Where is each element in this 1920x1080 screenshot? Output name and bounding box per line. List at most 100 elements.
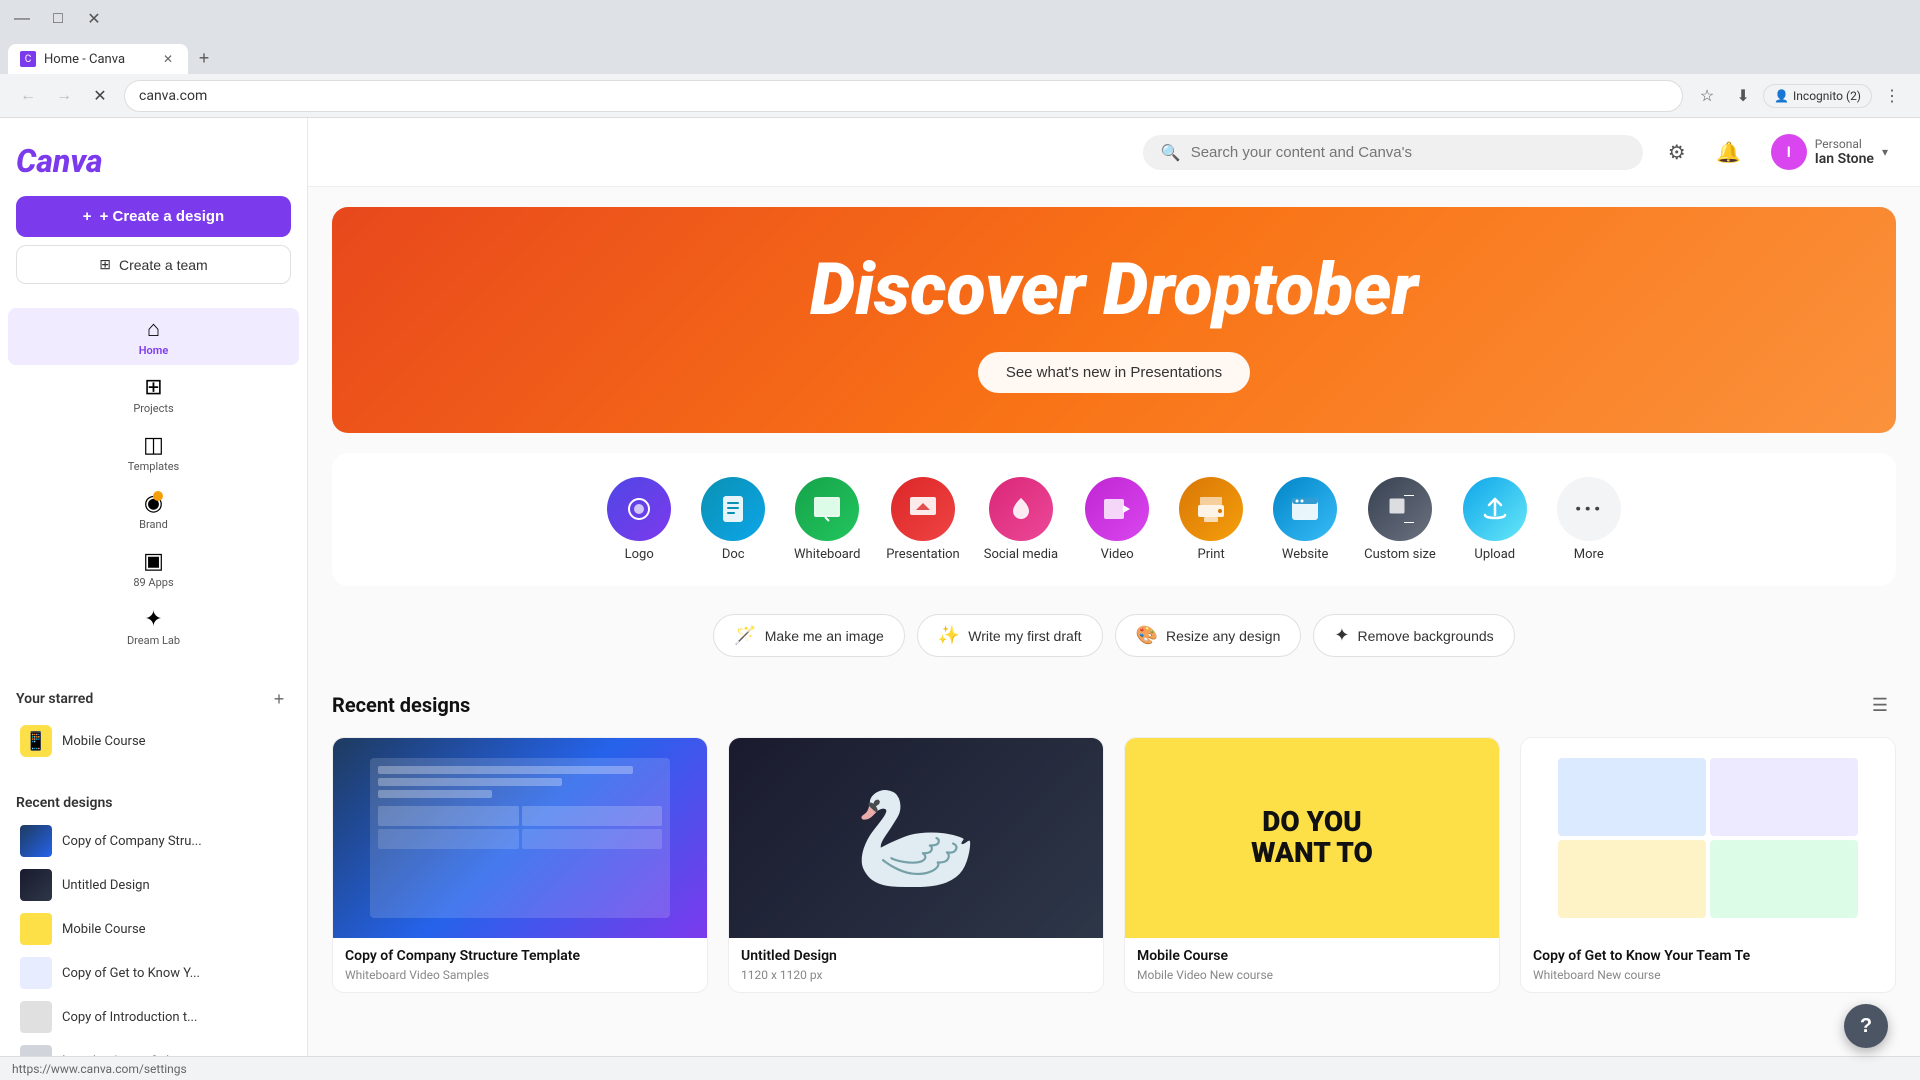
apps-icon: ▣	[143, 549, 164, 574]
design-thumb-2: 🦢	[729, 738, 1103, 938]
help-button[interactable]: ?	[1844, 1004, 1888, 1048]
recent-item-name-2: Untitled Design	[62, 878, 287, 893]
starred-title: Your starred	[16, 691, 93, 707]
remove-bg-label: Remove backgrounds	[1357, 628, 1493, 644]
reload-btn[interactable]: ✕	[84, 80, 116, 112]
design-type-more[interactable]: ··· More	[1554, 477, 1624, 562]
sidebar-item-home-label: Home	[139, 344, 169, 357]
remove-bg-btn[interactable]: ✦ Remove backgrounds	[1313, 614, 1514, 657]
download-btn[interactable]: ⬇	[1727, 80, 1759, 112]
tab-close-btn[interactable]: ✕	[160, 51, 176, 67]
hero-cta-button[interactable]: See what's new in Presentations	[978, 352, 1250, 393]
nav-controls: ← → ✕	[12, 80, 116, 112]
swan-emoji: 🦢	[854, 780, 979, 897]
toolbar-actions: ☆ ⬇ 👤 Incognito (2) ⋮	[1691, 80, 1908, 112]
user-profile[interactable]: I Personal Ian Stone ▾	[1763, 130, 1896, 174]
avatar: I	[1771, 134, 1807, 170]
address-bar[interactable]: canva.com	[124, 80, 1683, 112]
design-type-logo[interactable]: Logo	[604, 477, 674, 562]
design-info-1: Copy of Company Structure Template White…	[333, 938, 707, 992]
bookmark-btn[interactable]: ☆	[1691, 80, 1723, 112]
main-content: 🔍 ⚙ 🔔 I Personal Ian Stone ▾ Discover	[308, 118, 1920, 1056]
back-btn[interactable]: ←	[12, 80, 44, 112]
doc-icon	[701, 477, 765, 541]
design-thumb-1	[333, 738, 707, 938]
browser-titlebar: — □ ✕	[0, 0, 1920, 38]
design-card-3[interactable]: DO YOUWANT TO Mobile Course Mobile Video…	[1124, 737, 1500, 993]
search-icon: 🔍	[1161, 143, 1181, 162]
write-draft-btn[interactable]: ✨ Write my first draft	[917, 614, 1103, 657]
design-card-1[interactable]: Copy of Company Structure Template White…	[332, 737, 708, 993]
upload-icon	[1463, 477, 1527, 541]
logo-icon	[607, 477, 671, 541]
thumb-structure-visual	[370, 758, 669, 918]
remove-bg-icon: ✦	[1334, 625, 1349, 646]
recent-item-1[interactable]: Copy of Company Stru...	[16, 819, 291, 863]
sidebar-item-brand[interactable]: ◉ Brand	[8, 483, 299, 539]
starred-header: Your starred +	[16, 687, 291, 711]
menu-btn[interactable]: ⋮	[1876, 80, 1908, 112]
make-image-btn[interactable]: 🪄 Make me an image	[713, 614, 904, 657]
add-starred-btn[interactable]: +	[267, 687, 291, 711]
user-chevron-icon: ▾	[1882, 145, 1888, 159]
sidebar-item-projects[interactable]: ⊞ Projects	[8, 367, 299, 423]
resize-label: Resize any design	[1166, 628, 1280, 644]
forward-btn[interactable]: →	[48, 80, 80, 112]
recent-item-2[interactable]: Untitled Design	[16, 863, 291, 907]
hero-title: Discover Droptober	[372, 247, 1856, 332]
window-minimize-btn[interactable]: —	[8, 5, 36, 33]
create-design-label: + Create a design	[100, 208, 225, 225]
recent-item-5[interactable]: Copy of Introduction t...	[16, 995, 291, 1039]
design-card-4[interactable]: Copy of Get to Know Your Team Te Whitebo…	[1520, 737, 1896, 993]
designs-grid: Copy of Company Structure Template White…	[332, 737, 1896, 993]
sidebar-item-dreamlab[interactable]: ✦ Dream Lab	[8, 599, 299, 655]
window-maximize-btn[interactable]: □	[44, 5, 72, 33]
new-tab-btn[interactable]: +	[192, 46, 216, 70]
main-header: 🔍 ⚙ 🔔 I Personal Ian Stone ▾	[308, 118, 1920, 187]
thumb-card-inner	[1710, 758, 1858, 836]
design-types-row: Logo Doc Whiteboard	[356, 461, 1872, 578]
ai-features-row: 🪄 Make me an image ✨ Write my first draf…	[308, 598, 1920, 673]
templates-icon: ◫	[143, 433, 164, 458]
thumb-row	[378, 778, 562, 786]
design-type-doc[interactable]: Doc	[698, 477, 768, 562]
settings-btn[interactable]: ⚙	[1659, 134, 1695, 170]
recent-item-name-5: Copy of Introduction t...	[62, 1010, 287, 1025]
canva-logo: Canva	[16, 134, 291, 188]
recent-item-name-1: Copy of Company Stru...	[62, 834, 287, 849]
design-type-whiteboard[interactable]: Whiteboard	[792, 477, 862, 562]
design-type-social[interactable]: Social media	[984, 477, 1058, 562]
starred-item-mobile-course[interactable]: 📱 Mobile Course	[16, 719, 291, 763]
sidebar-item-home[interactable]: ⌂ Home	[8, 308, 299, 365]
resize-btn[interactable]: 🎨 Resize any design	[1115, 614, 1302, 657]
design-type-custom[interactable]: Custom size	[1364, 477, 1436, 562]
active-tab[interactable]: C Home - Canva ✕	[8, 44, 188, 74]
recent-item-3[interactable]: Mobile Course	[16, 907, 291, 951]
recent-item-6[interactable]: Introduction to Onboar...	[16, 1039, 291, 1056]
search-input[interactable]	[1191, 144, 1625, 161]
recent-item-4[interactable]: Copy of Get to Know Y...	[16, 951, 291, 995]
thumb-cards-grid	[1558, 758, 1857, 918]
projects-icon: ⊞	[144, 375, 162, 400]
window-close-btn[interactable]: ✕	[80, 5, 108, 33]
sidebar-item-projects-label: Projects	[133, 402, 173, 415]
sidebar-item-templates[interactable]: ◫ Templates	[8, 425, 299, 481]
create-design-button[interactable]: + + Create a design	[16, 196, 291, 237]
design-type-print[interactable]: Print	[1176, 477, 1246, 562]
sidebar-item-dreamlab-label: Dream Lab	[127, 634, 180, 647]
create-team-button[interactable]: ⊞ Create a team	[16, 245, 291, 284]
notifications-btn[interactable]: 🔔	[1711, 134, 1747, 170]
view-toggle-btn[interactable]: ☰	[1864, 689, 1896, 721]
sidebar-item-templates-label: Templates	[128, 460, 179, 473]
design-type-presentation[interactable]: Presentation	[886, 477, 960, 562]
design-card-2[interactable]: 🦢 Untitled Design 1120 x 1120 px	[728, 737, 1104, 993]
design-type-website[interactable]: Website	[1270, 477, 1340, 562]
sidebar-item-apps[interactable]: ▣ 89 Apps	[8, 541, 299, 597]
social-icon	[989, 477, 1053, 541]
recent-thumb-5	[20, 1001, 52, 1033]
design-type-upload[interactable]: Upload	[1460, 477, 1530, 562]
incognito-badge[interactable]: 👤 Incognito (2)	[1763, 84, 1872, 108]
design-type-video[interactable]: Video	[1082, 477, 1152, 562]
custom-icon	[1368, 477, 1432, 541]
tab-title: Home - Canva	[44, 52, 125, 67]
